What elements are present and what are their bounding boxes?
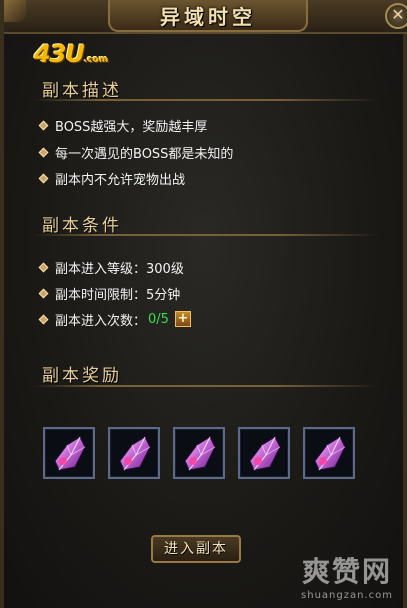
watermark-sub: shuangzan.com <box>301 590 393 601</box>
reward-slot[interactable] <box>303 427 355 479</box>
crystal-shard-icon <box>314 436 346 471</box>
count-value: 0/5 <box>148 311 169 327</box>
close-icon: ✕ <box>391 5 405 24</box>
description-item: 每一次遇见的BOSS都是未知的 <box>38 142 234 162</box>
count-label: 副本进入次数： <box>55 313 147 329</box>
reward-slot[interactable] <box>108 427 160 479</box>
condition-count: 副本进入次数： 0/5 + <box>38 309 191 329</box>
crystal-shard-icon <box>249 436 281 471</box>
window-title: 异域时空 <box>160 4 256 29</box>
logo-text: 43U <box>34 40 85 68</box>
reward-slot[interactable] <box>238 427 290 479</box>
diamond-bullet-icon <box>38 173 49 183</box>
title-bar: 异域时空 <box>4 0 407 34</box>
conditions-heading: 副本条件 <box>42 216 122 236</box>
enter-dungeon-button[interactable]: 进入副本 <box>151 535 241 563</box>
diamond-bullet-icon <box>38 314 49 324</box>
description-item: BOSS越强大，奖励越丰厚 <box>38 115 208 135</box>
diamond-bullet-icon <box>38 288 49 298</box>
rewards-heading: 副本奖励 <box>42 366 122 386</box>
diamond-bullet-icon <box>38 262 49 272</box>
level-label: 副本进入等级： <box>55 261 147 277</box>
crystal-shard-icon <box>54 436 86 471</box>
reward-slot[interactable] <box>43 427 95 479</box>
description-divider <box>34 99 379 101</box>
description-text: 副本内不允许宠物出战 <box>55 172 186 188</box>
close-button[interactable]: ✕ <box>385 3 407 29</box>
corner-ornament <box>4 0 26 22</box>
rewards-divider <box>34 385 379 387</box>
watermark: 爽赞网 shuangzan.com <box>288 550 406 604</box>
condition-time: 副本时间限制： 5分钟 <box>38 283 181 303</box>
dungeon-panel: 异域时空 ✕ 43U.com 副本描述 BOSS越强大，奖励越丰厚 每一次遇见的… <box>0 0 407 608</box>
watermark-main: 爽赞网 <box>301 555 392 588</box>
crystal-shard-icon <box>119 436 151 471</box>
time-label: 副本时间限制： <box>55 287 147 303</box>
diamond-bullet-icon <box>38 147 49 157</box>
description-item: 副本内不允许宠物出战 <box>38 168 186 188</box>
diamond-bullet-icon <box>38 120 49 130</box>
condition-level: 副本进入等级： 300级 <box>38 257 184 277</box>
title-plate: 异域时空 <box>108 0 308 32</box>
site-logo: 43U.com <box>34 40 108 70</box>
conditions-divider <box>34 234 379 236</box>
reward-slot[interactable] <box>173 427 225 479</box>
description-text: 每一次遇见的BOSS都是未知的 <box>55 146 234 162</box>
add-entries-button[interactable]: + <box>174 311 191 327</box>
crystal-shard-icon <box>184 436 216 471</box>
time-value: 5分钟 <box>146 287 181 303</box>
logo-suffix: .com <box>83 55 109 65</box>
description-text: BOSS越强大，奖励越丰厚 <box>55 119 208 135</box>
description-heading: 副本描述 <box>42 81 122 101</box>
level-value: 300级 <box>146 261 184 277</box>
